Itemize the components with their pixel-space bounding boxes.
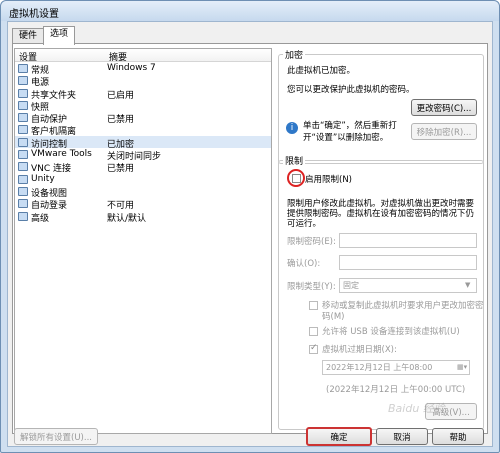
list-item[interactable]: 访问控制 已加密 [15, 135, 271, 150]
encryption-info-line1: 单击“确定”，然后重新打 [303, 121, 397, 131]
usb-label: 允许将 USB 设备连接到该虚拟机(U) [322, 327, 460, 337]
restriction-password-input[interactable] [339, 233, 477, 248]
usb-checkbox[interactable] [309, 327, 318, 336]
require-password-label-line2: 码(M) [322, 312, 345, 322]
lock-icon [18, 137, 28, 147]
remove-encryption-button[interactable]: 移除加密(R)... [411, 123, 477, 140]
list-item[interactable]: 快照 [15, 99, 271, 113]
dialog-client: 硬件 选项 设置 摘要 常规 Windows 7 电源 共享文件夹 已启用 快照 自动保护已… [7, 21, 493, 447]
cancel-button[interactable]: 取消 [376, 428, 428, 445]
list-rows: 常规 Windows 7 电源 共享文件夹 已启用 快照 自动保护 已禁用 客户机隔离 访问控制已… [15, 62, 271, 224]
general-icon [18, 64, 28, 73]
restrictions-group: 限制 启用限制(N) 限制用户修改此虚拟机。对虚拟机做出更改时需要 提供限制密码… [278, 154, 484, 430]
list-item-summary: Windows 7 [107, 63, 156, 73]
list-item[interactable]: 客户机隔离 [15, 123, 271, 137]
list-item-summary: 默认/默认 [107, 213, 147, 224]
calendar-icon[interactable]: ▦▾ [457, 363, 467, 371]
restrictions-desc-line3: 可运行。 [287, 219, 322, 229]
unity-icon [18, 174, 28, 184]
isolation-icon [18, 125, 28, 135]
expire-utc-text: (2022年12月12日 上午00:00 UTC) [326, 385, 466, 395]
require-password-checkbox[interactable] [309, 301, 318, 310]
tab-options[interactable]: 选项 [43, 26, 76, 45]
settings-list: 设置 摘要 常规 Windows 7 电源 共享文件夹 已启用 快照 自动保护 已禁用 客户机隔… [14, 48, 272, 434]
list-item[interactable]: VMware Tools 关闭时间同步 [15, 148, 271, 162]
list-item[interactable]: 高级 默认/默认 [15, 210, 271, 224]
vmware-tools-icon [18, 150, 28, 160]
chevron-down-icon: ▼ [465, 281, 471, 289]
list-item[interactable]: 电源 [15, 74, 271, 88]
list-header: 设置 摘要 [15, 49, 271, 63]
restrictions-group-label: 限制 [283, 154, 306, 167]
list-item[interactable]: 自动保护 已禁用 [15, 111, 271, 125]
ok-button[interactable]: 确定 [306, 427, 372, 446]
help-button[interactable]: 帮助 [432, 428, 484, 445]
encryption-info-line2: 开“设置”以删除加密。 [303, 133, 389, 143]
require-password-label-line1: 移动或复制此虚拟机时要求用户更改加密密 [322, 301, 484, 311]
expire-date-picker[interactable]: 2022年12月12日 上午08:00 [322, 360, 470, 375]
annotation-circle [287, 169, 305, 187]
encryption-group-label: 加密 [283, 48, 306, 61]
list-item-name: Unity [31, 173, 55, 184]
autoprotect-icon [18, 113, 28, 123]
restriction-type-value: 固定 [343, 281, 359, 290]
title-bar: 虚拟机设置 [1, 1, 499, 21]
list-item[interactable]: 共享文件夹 已启用 [15, 87, 271, 101]
confirm-password-label: 确认(O): [287, 259, 321, 269]
power-icon [18, 76, 28, 86]
list-item[interactable]: 自动登录 不可用 [15, 197, 271, 211]
settings-window: 虚拟机设置 硬件 选项 设置 摘要 常规 Windows 7 电源 共享文件夹 已启用快… [0, 0, 500, 453]
shared-folder-icon [18, 88, 28, 98]
info-icon: i [286, 122, 298, 134]
list-item[interactable]: 常规 Windows 7 [15, 62, 271, 76]
tab-hardware[interactable]: 硬件 [12, 28, 45, 44]
list-item[interactable]: VNC 连接 已禁用 [15, 160, 271, 174]
window-title: 虚拟机设置 [9, 9, 59, 20]
encryption-desc: 您可以更改保护此虚拟机的密码。 [287, 85, 415, 95]
vnc-icon [18, 162, 28, 172]
restriction-type-label: 限制类型(Y): [287, 282, 336, 292]
autologin-icon [18, 199, 28, 209]
encryption-status: 此虚拟机已加密。 [287, 66, 356, 76]
snapshot-icon [18, 100, 28, 110]
advanced-icon [18, 211, 28, 221]
restriction-type-select[interactable]: 固定 [339, 278, 477, 293]
unlock-all-settings-button[interactable]: 解锁所有设置(U)... [14, 428, 98, 445]
change-password-button[interactable]: 更改密码(C)... [411, 99, 477, 116]
list-item-name: VMware Tools [31, 149, 92, 160]
expire-label: 虚拟机过期日期(X): [322, 345, 397, 355]
confirm-password-input[interactable] [339, 255, 477, 270]
expire-date-value: 2022年12月12日 上午08:00 [326, 363, 433, 372]
list-item[interactable]: 设备视图 [15, 185, 271, 199]
enable-restrictions-label[interactable]: 启用限制(N) [305, 173, 352, 185]
device-view-icon [18, 186, 28, 196]
list-item[interactable]: Unity [15, 173, 271, 185]
encryption-group: 加密 此虚拟机已加密。 您可以更改保护此虚拟机的密码。 更改密码(C)... i… [278, 48, 484, 164]
expire-checkbox[interactable] [309, 343, 318, 354]
restriction-password-label: 限制密码(E): [287, 237, 336, 247]
watermark: Baidu 经验 [388, 402, 445, 415]
list-item-name: 高级 [31, 213, 50, 224]
